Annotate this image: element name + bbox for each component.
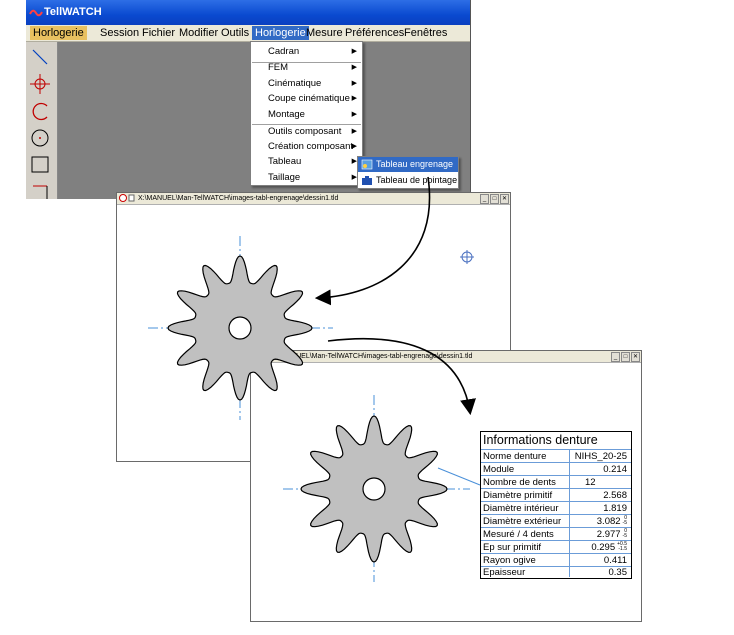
- menu-item-coupe-cinematique[interactable]: Coupe cinématique ▶: [251, 91, 362, 106]
- crosshair-tool-icon: [30, 74, 50, 94]
- rectangle-tool-icon: [31, 156, 49, 173]
- drawing-window-2-title: X:\MANUEL\Man-TellWATCH\images-tabl-engr…: [272, 353, 473, 360]
- menu-horlogerie[interactable]: Horlogerie: [252, 26, 309, 40]
- menu-bar: Horlogerie Session Fichier Modifier Outi…: [26, 25, 470, 42]
- table-row: Mesuré / 4 dents 2.977 0 -5: [481, 527, 631, 541]
- menu-item-fem[interactable]: FEM ▶: [251, 60, 362, 75]
- menu-item-taillage[interactable]: Taillage ▶: [251, 170, 362, 185]
- menu-modifier[interactable]: Modifier: [176, 26, 221, 40]
- app-title: TellWATCH: [44, 6, 102, 18]
- table-row: Diamètre intérieur 1.819: [481, 501, 631, 515]
- menu-item-tableau[interactable]: Tableau ▶: [251, 154, 362, 169]
- horlogerie-dropdown: Cadran ▶ FEM ▶ Cinématique ▶ Coupe cinémati…: [250, 41, 363, 186]
- minimize-button[interactable]: _: [480, 194, 489, 204]
- submenu-arrow-icon: ▶: [351, 143, 357, 150]
- circle-tool-button[interactable]: [29, 126, 52, 149]
- info-table-title: Informations denture: [483, 433, 598, 447]
- table-row: Ep sur primitif 0.295 +0.5 -1.5: [481, 540, 631, 554]
- menu-outils[interactable]: Outils: [218, 26, 252, 40]
- line-tool-icon: [32, 49, 48, 65]
- menu-item-tableau-engrenage[interactable]: Tableau engrenage: [358, 157, 458, 172]
- window-menu-icon: [253, 352, 269, 360]
- gear-info-table: Informations denture Norme denture NIHS_2…: [480, 431, 632, 579]
- table-row: Nombre de dents 12: [481, 475, 631, 489]
- submenu-arrow-icon: ▶: [351, 64, 357, 71]
- submenu-arrow-icon: ▶: [351, 95, 357, 102]
- tableau-submenu: Tableau engrenage Tableau de pointage: [357, 156, 459, 189]
- circle-tool-icon: [31, 129, 49, 147]
- menu-fenetres[interactable]: Fenêtres: [401, 26, 450, 40]
- crosshair-tool-button[interactable]: [29, 73, 52, 96]
- window-menu-icon: [119, 194, 135, 202]
- menu-item-cinematique[interactable]: Cinématique ▶: [251, 76, 362, 91]
- table-row: Module 0.214: [481, 462, 631, 476]
- maximize-button[interactable]: □: [621, 352, 630, 362]
- target-marker-icon: [460, 250, 474, 264]
- drawing-window-1-titlebar[interactable]: X:\MANUEL\Man-TellWATCH\images-tabl-engr…: [117, 193, 510, 205]
- menu-fichier[interactable]: Fichier: [139, 26, 178, 40]
- close-button[interactable]: ✕: [631, 352, 640, 362]
- gear-table-icon: [361, 159, 373, 170]
- app-logo-icon: [29, 9, 43, 17]
- menu-item-cadran[interactable]: Cadran ▶: [251, 44, 362, 59]
- arc-tool-button[interactable]: [29, 100, 52, 123]
- tolerance-label: +0.5 -1.5: [617, 541, 627, 553]
- menu-item-tableau-pointage[interactable]: Tableau de pointage: [358, 173, 458, 188]
- arc-tool-icon: [32, 102, 48, 121]
- table-row: Epaisseur 0.35: [481, 566, 631, 578]
- tool-palette: [26, 42, 58, 199]
- table-row: Norme denture NIHS_20-25: [481, 449, 631, 463]
- menu-horlogerie-brand[interactable]: Horlogerie: [30, 26, 87, 40]
- table-row: Diamètre extérieur 3.082 0 -5: [481, 514, 631, 528]
- maximize-button[interactable]: □: [490, 194, 499, 204]
- menu-item-montage[interactable]: Montage ▶: [251, 107, 362, 122]
- table-row: Diamètre primitif 2.568: [481, 488, 631, 502]
- drawing-window-2-titlebar[interactable]: X:\MANUEL\Man-TellWATCH\images-tabl-engr…: [251, 351, 641, 363]
- submenu-arrow-icon: ▶: [351, 111, 357, 118]
- drawing-window-1-title: X:\MANUEL\Man-TellWATCH\images-tabl-engr…: [138, 195, 339, 202]
- corner-tool-button[interactable]: [29, 180, 52, 199]
- app-titlebar: TellWATCH: [26, 0, 470, 25]
- menu-session[interactable]: Session: [97, 26, 142, 40]
- minimize-button[interactable]: _: [611, 352, 620, 362]
- corner-tool-icon: [33, 185, 48, 199]
- close-button[interactable]: ✕: [500, 194, 509, 204]
- rectangle-tool-button[interactable]: [29, 153, 52, 176]
- submenu-arrow-icon: ▶: [351, 48, 357, 55]
- tolerance-label: 0 -5: [622, 515, 627, 527]
- pointing-table-icon: [362, 176, 372, 185]
- menu-mesure[interactable]: Mesure: [303, 26, 346, 40]
- submenu-arrow-icon: ▶: [351, 128, 357, 135]
- menu-item-creation-composant[interactable]: Création composant ▶: [251, 139, 362, 154]
- tolerance-label: 0 -5: [622, 528, 627, 540]
- menu-item-outils-composant[interactable]: Outils composant ▶: [251, 124, 362, 139]
- menu-preferences[interactable]: Préférences: [342, 26, 407, 40]
- table-row: Rayon ogive 0.411: [481, 553, 631, 567]
- submenu-arrow-icon: ▶: [351, 80, 357, 87]
- line-tool-button[interactable]: [29, 46, 52, 69]
